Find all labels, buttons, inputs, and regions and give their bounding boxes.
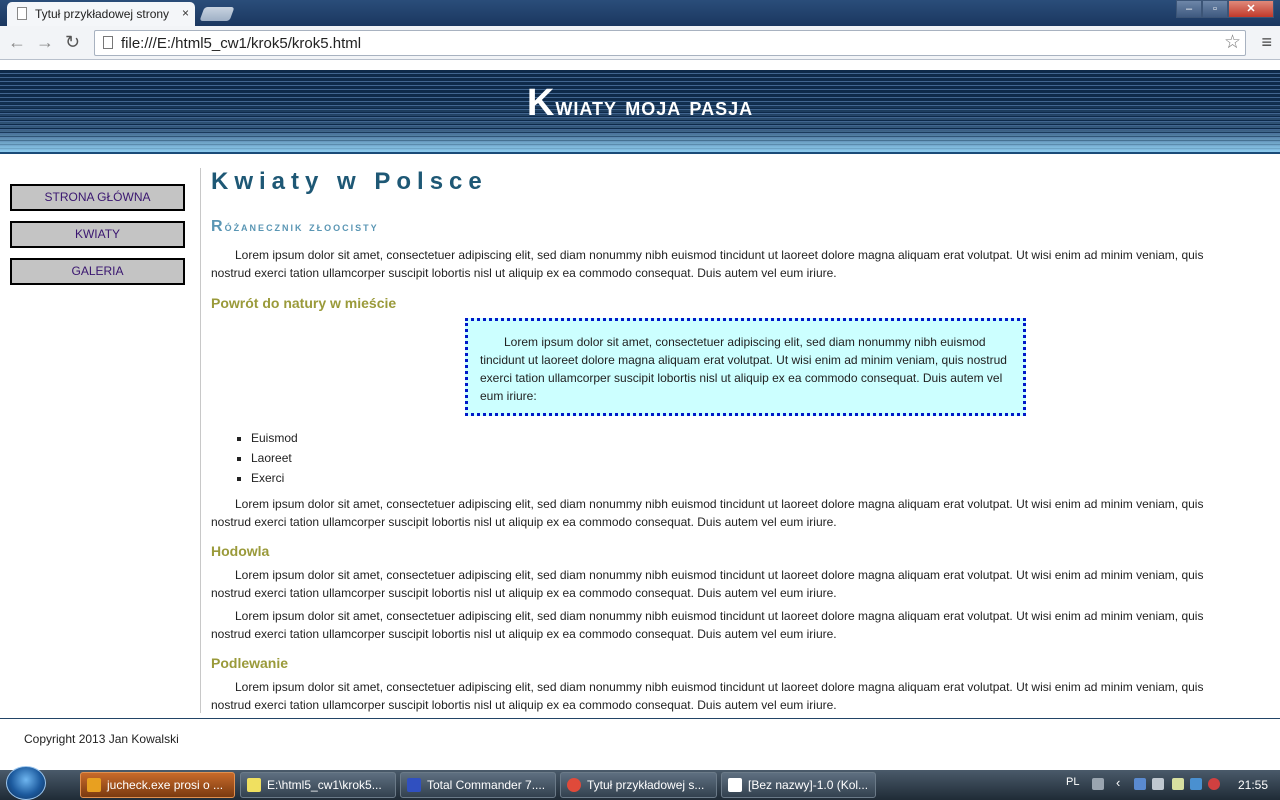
- paragraph: Lorem ipsum dolor sit amet, consectetuer…: [211, 609, 1204, 641]
- browser-menu-icon[interactable]: ≡: [1261, 32, 1272, 53]
- sidebar-nav: STRONA GŁÓWNA KWIATY GALERIA: [0, 168, 201, 713]
- minimize-button[interactable]: –: [1176, 0, 1202, 18]
- document-icon: [103, 36, 113, 49]
- section-heading-2: Powrót do natury w mieście: [211, 295, 397, 311]
- site-title-rest: wiaty moja pasja: [555, 91, 754, 121]
- address-url[interactable]: file:///E:/html5_cw1/krok5/krok5.html: [121, 35, 361, 52]
- notepad-icon: [247, 778, 261, 792]
- paragraph: Lorem ipsum dolor sit amet, consectetuer…: [211, 680, 1204, 712]
- site-header: Kwiaty moja pasja: [0, 70, 1280, 154]
- bookmark-star-icon[interactable]: ☆: [1224, 31, 1241, 54]
- taskbar-item[interactable]: Tytuł przykładowej s...: [560, 772, 717, 798]
- taskbar-item-label: E:\html5_cw1\krok5...: [267, 778, 382, 792]
- window-icon: [728, 778, 742, 792]
- paragraph: Lorem ipsum dolor sit amet, consectetuer…: [211, 497, 1204, 529]
- site-title-initial: K: [526, 82, 556, 124]
- browser-tab-strip: Tytuł przykładowej strony × – ▫ ✕: [0, 0, 1280, 26]
- nav-item-gallery[interactable]: GALERIA: [10, 258, 185, 285]
- list-item: Euismod: [251, 428, 298, 448]
- section-heading-4: Podlewanie: [211, 655, 289, 671]
- page-icon: [17, 7, 27, 20]
- back-arrow-icon[interactable]: ←: [8, 32, 26, 53]
- start-button[interactable]: [6, 766, 46, 800]
- nav-item-home[interactable]: STRONA GŁÓWNA: [10, 184, 185, 211]
- web-page: Kwiaty moja pasja STRONA GŁÓWNA KWIATY G…: [0, 60, 1280, 770]
- page-heading: Kwiaty w Polsce: [211, 168, 488, 195]
- keyboard-icon[interactable]: [1092, 778, 1104, 790]
- taskbar-item[interactable]: jucheck.exe prosi o ...: [80, 772, 235, 798]
- tab-close-icon[interactable]: ×: [182, 6, 189, 20]
- section-heading-1-rest: óżanecznik złoocisty: [224, 219, 379, 234]
- taskbar-item[interactable]: E:\html5_cw1\krok5...: [240, 772, 396, 798]
- site-title: Kwiaty moja pasja: [0, 82, 1280, 125]
- tab-title: Tytuł przykładowej strony: [35, 7, 170, 21]
- browser-toolbar: ← → ↻ file:///E:/html5_cw1/krok5/krok5.h…: [0, 26, 1280, 60]
- shield-icon: [87, 778, 101, 792]
- section-heading-3: Hodowla: [211, 543, 270, 559]
- clipboard-icon[interactable]: [1172, 778, 1184, 790]
- paragraph: Lorem ipsum dolor sit amet, consectetuer…: [211, 248, 1204, 280]
- connection-icon[interactable]: [1190, 778, 1202, 790]
- volume-muted-icon[interactable]: [1208, 778, 1220, 790]
- taskbar-item-label: Tytuł przykładowej s...: [587, 778, 705, 792]
- paragraph: Lorem ipsum dolor sit amet, consectetuer…: [211, 568, 1204, 600]
- taskbar-item-label: Total Commander 7....: [427, 778, 546, 792]
- forward-arrow-icon[interactable]: →: [36, 32, 54, 53]
- chrome-icon: [567, 778, 581, 792]
- taskbar-item[interactable]: [Bez nazwy]-1.0 (Kol...: [721, 772, 876, 798]
- monitor-icon[interactable]: [1152, 778, 1164, 790]
- close-window-button[interactable]: ✕: [1228, 0, 1274, 18]
- maximize-button[interactable]: ▫: [1202, 0, 1228, 18]
- section-heading-1: Różanecznik złoocisty: [211, 218, 379, 236]
- list-item: Laoreet: [251, 448, 298, 468]
- callout-box: Lorem ipsum dolor sit amet, consectetuer…: [465, 318, 1026, 416]
- show-hidden-icons-icon[interactable]: ‹: [1116, 775, 1120, 790]
- window-controls: – ▫ ✕: [1176, 0, 1274, 18]
- section-heading-1-initial: R: [211, 218, 225, 235]
- taskbar: jucheck.exe prosi o ... E:\html5_cw1\kro…: [0, 766, 1280, 800]
- network-icon[interactable]: [1134, 778, 1146, 790]
- language-indicator[interactable]: PL: [1066, 776, 1079, 788]
- list-item: Exerci: [251, 468, 298, 488]
- new-tab-button[interactable]: [199, 7, 235, 21]
- reload-icon[interactable]: ↻: [65, 32, 80, 53]
- clock[interactable]: 21:55: [1238, 778, 1268, 792]
- browser-tab[interactable]: Tytuł przykładowej strony ×: [7, 2, 195, 26]
- site-footer: Copyright 2013 Jan Kowalski: [0, 718, 1280, 746]
- taskbar-item-label: [Bez nazwy]-1.0 (Kol...: [748, 778, 869, 792]
- bullet-list: Euismod Laoreet Exerci: [231, 428, 298, 488]
- nav-item-flowers[interactable]: KWIATY: [10, 221, 185, 248]
- taskbar-item[interactable]: Total Commander 7....: [400, 772, 556, 798]
- floppy-icon: [407, 778, 421, 792]
- copyright-text: Copyright 2013 Jan Kowalski: [24, 732, 179, 746]
- taskbar-item-label: jucheck.exe prosi o ...: [107, 778, 224, 792]
- system-tray: PL ‹ 21:55: [1050, 770, 1280, 800]
- address-bar[interactable]: file:///E:/html5_cw1/krok5/krok5.html ☆: [94, 30, 1246, 56]
